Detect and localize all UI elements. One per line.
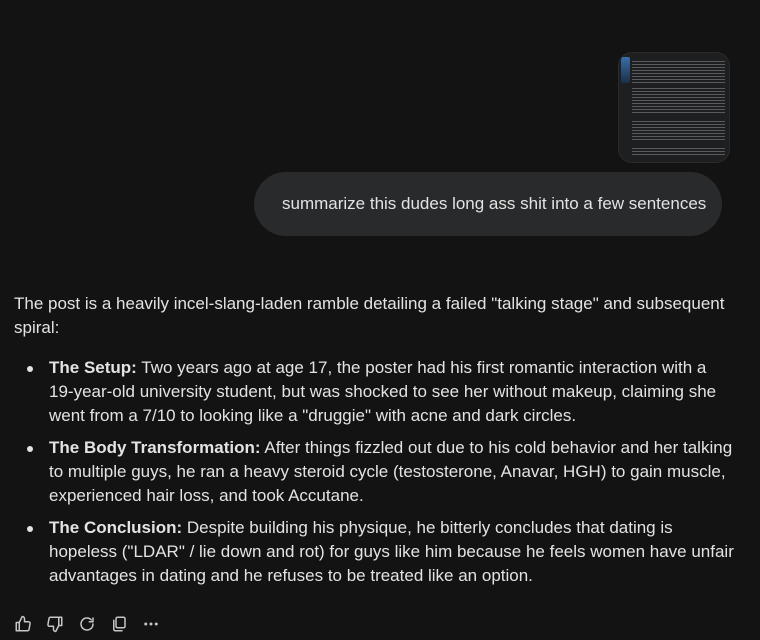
list-item: The Setup: Two years ago at age 17, the … [27,356,734,428]
bullet-title: The Body Transformation: [49,438,261,457]
redo-icon [80,617,94,631]
user-prompt-bubble: summarize this dudes long ass shit into … [254,172,722,236]
model-response: The post is a heavily incel-slang-laden … [14,292,734,596]
response-intro: The post is a heavily incel-slang-laden … [14,294,725,337]
thumbs-up-button[interactable] [12,613,34,635]
redo-button[interactable] [76,613,98,635]
copy-icon [113,616,126,632]
list-item: The Body Transformation: After things fi… [27,436,734,508]
bullet-text: Two years ago at age 17, the poster had … [49,358,717,425]
copy-button[interactable] [108,613,130,635]
thumbs-up-icon [15,615,31,632]
response-actions [12,612,172,636]
user-prompt-text: summarize this dudes long ass shit into … [282,194,707,213]
thumbs-down-button[interactable] [44,613,66,635]
more-options-button[interactable] [140,613,162,635]
response-bullet-list: The Setup: Two years ago at age 17, the … [14,356,734,588]
bullet-title: The Conclusion: [49,518,183,537]
chat-page: summarize this dudes long ass shit into … [0,0,760,640]
more-options-icon [144,622,158,626]
list-item: The Conclusion: Despite building his phy… [27,516,734,588]
uploaded-screenshot-thumbnail[interactable] [618,52,730,163]
thumbs-down-icon [47,616,63,633]
bullet-title: The Setup: [49,358,137,377]
thumbnail-avatar [621,57,630,83]
